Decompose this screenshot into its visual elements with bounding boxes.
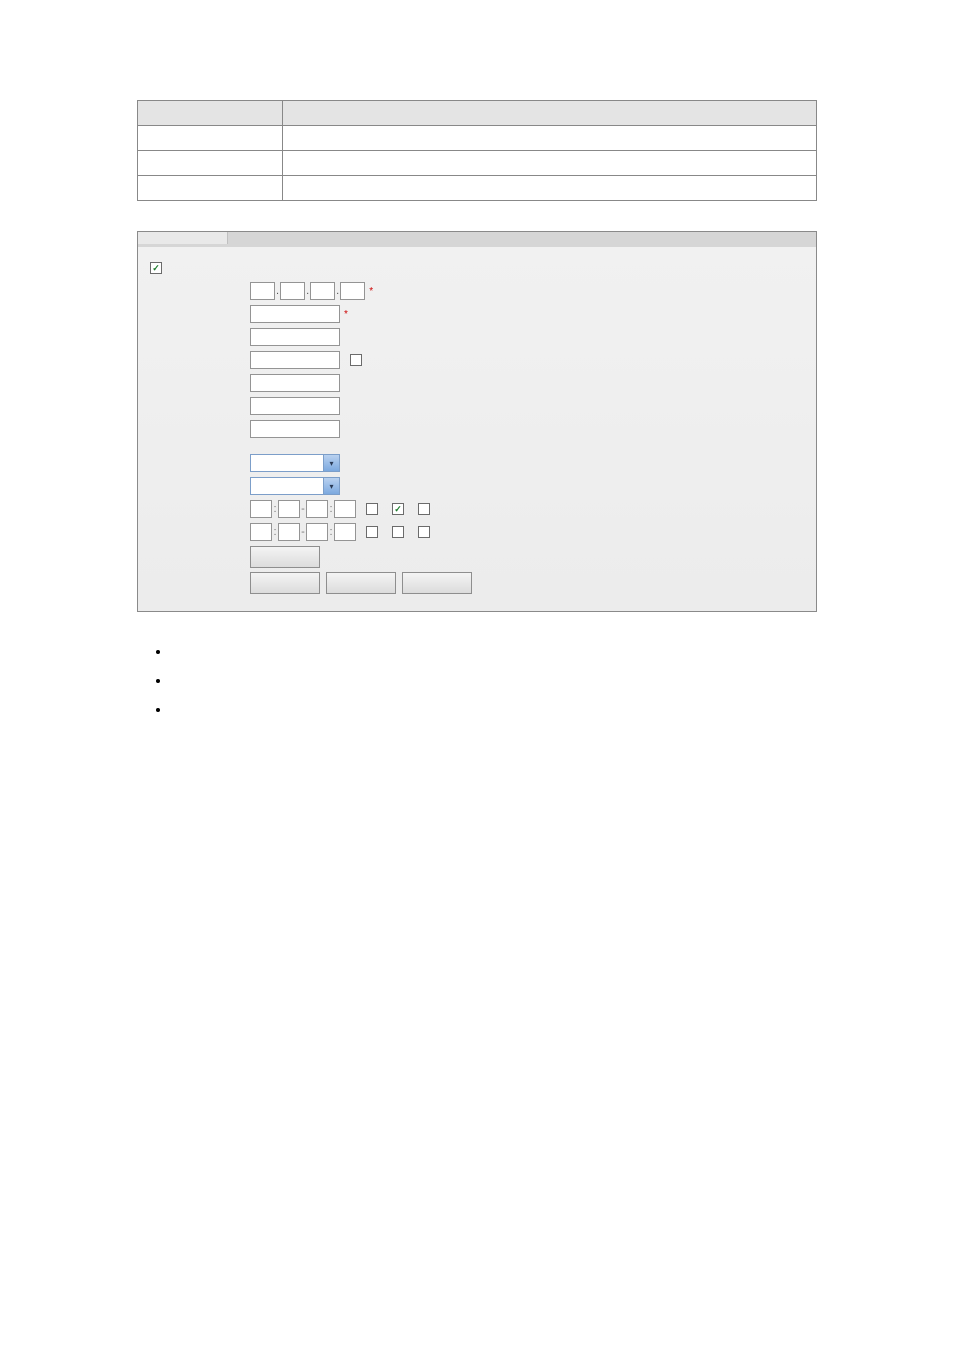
required-star: * <box>369 286 373 297</box>
chevron-down-icon: ▾ <box>323 455 339 471</box>
table-row <box>138 176 817 201</box>
remote-dir-input[interactable] <box>250 374 340 392</box>
default-button[interactable] <box>402 572 472 594</box>
tp2-md-checkbox[interactable] <box>392 526 404 538</box>
list-item <box>170 642 814 661</box>
password-input[interactable] <box>250 351 340 369</box>
tp2-to-hour[interactable] <box>306 523 328 541</box>
func-cell <box>283 176 817 201</box>
ftp-settings-panel: . . . * * <box>137 231 817 612</box>
tab-bar <box>138 232 816 247</box>
chevron-down-icon: ▾ <box>323 478 339 494</box>
username-input[interactable] <box>250 328 340 346</box>
func-cell <box>283 151 817 176</box>
refresh-button[interactable] <box>326 572 396 594</box>
channel-select[interactable]: ▾ <box>250 454 340 472</box>
func-cell <box>283 126 817 151</box>
upnp-bullet-list <box>140 642 814 720</box>
list-item <box>170 700 814 719</box>
image-interval-input[interactable] <box>250 420 340 438</box>
param-cell <box>138 126 283 151</box>
tp2-regular-checkbox[interactable] <box>418 526 430 538</box>
ftp-test-button[interactable] <box>250 546 320 568</box>
tp2-from-min[interactable] <box>278 523 300 541</box>
enable-checkbox[interactable] <box>150 262 162 274</box>
table-row <box>138 126 817 151</box>
tp2-from-hour[interactable] <box>250 523 272 541</box>
required-star: * <box>344 309 348 320</box>
tp1-from-min[interactable] <box>278 500 300 518</box>
tp1-alarm-checkbox[interactable] <box>366 503 378 515</box>
list-item <box>170 671 814 690</box>
param-cell <box>138 176 283 201</box>
weekday-select[interactable]: ▾ <box>250 477 340 495</box>
tp2-alarm-checkbox[interactable] <box>366 526 378 538</box>
table-row <box>138 151 817 176</box>
save-button[interactable] <box>250 572 320 594</box>
tp1-to-min[interactable] <box>334 500 356 518</box>
func-header <box>283 101 817 126</box>
server-ip-4[interactable] <box>340 282 365 300</box>
tp2-to-min[interactable] <box>334 523 356 541</box>
param-cell <box>138 151 283 176</box>
tab-ftp[interactable] <box>138 232 228 244</box>
file-length-input[interactable] <box>250 397 340 415</box>
server-ip-3[interactable] <box>310 282 335 300</box>
tp1-from-hour[interactable] <box>250 500 272 518</box>
param-header <box>138 101 283 126</box>
tp1-regular-checkbox[interactable] <box>418 503 430 515</box>
anonymous-checkbox[interactable] <box>350 354 362 366</box>
parameter-table <box>137 100 817 201</box>
tp1-md-checkbox[interactable] <box>392 503 404 515</box>
tp1-to-hour[interactable] <box>306 500 328 518</box>
port-input[interactable] <box>250 305 340 323</box>
server-ip-2[interactable] <box>280 282 305 300</box>
server-ip-1[interactable] <box>250 282 275 300</box>
